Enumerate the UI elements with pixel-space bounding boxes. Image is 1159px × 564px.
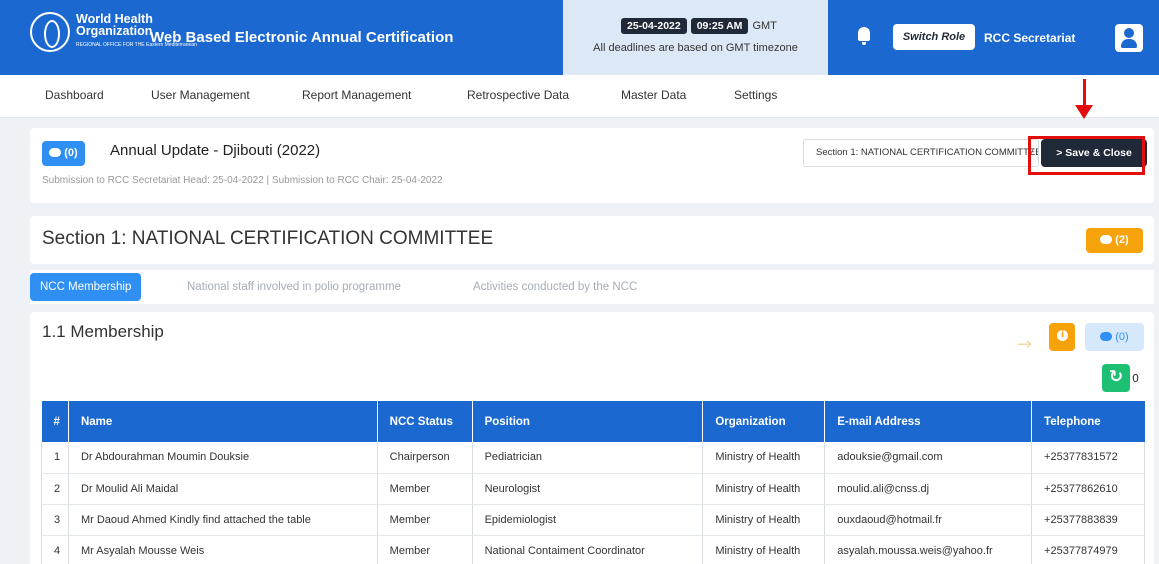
cell-organization: Ministry of Health [702,535,826,564]
tab-ncc-membership[interactable]: NCC Membership [30,273,142,301]
refresh-count: 0 [1132,372,1139,385]
cell-position: National Contaiment Coordinator [472,535,704,564]
submission-deadlines: Submission to RCC Secretariat Head: 25-0… [42,175,443,186]
cell-organization: Ministry of Health [702,473,826,505]
annotation-arrow-icon [1075,79,1093,119]
app-title: Web Based Electronic Annual Certificatio… [150,29,454,46]
arrow-right-icon: → [1017,334,1033,355]
who-emblem-icon [30,12,70,52]
user-icon [1124,28,1134,38]
table-row[interactable]: 2 Dr Moulid Ali Maidal Member Neurologis… [41,473,1145,505]
cell-position: Neurologist [472,473,704,505]
cell-name: Mr Daoud Ahmed Kindly find attached the … [68,504,378,536]
membership-title: 1.1 Membership [42,322,164,341]
col-organization[interactable]: Organization [702,401,826,442]
nav-dashboard[interactable]: Dashboard [45,88,104,102]
membership-card: 1.1 Membership → (0) ↻ 0 # Name NCC Stat… [30,312,1154,564]
cell-organization: Ministry of Health [702,504,826,536]
date-chip: 25-04-2022 [621,18,687,34]
user-profile-button[interactable] [1115,24,1143,52]
section-tabs: NCC Membership National staff involved i… [30,270,1154,304]
cell-number: 4 [41,535,69,564]
nav-report-management[interactable]: Report Management [302,88,411,102]
cell-telephone: +25377874979 [1031,535,1145,564]
col-name[interactable]: Name [68,401,378,442]
section-select[interactable]: Section 1: NATIONAL CERTIFICATION COMMIT… [803,139,1039,167]
report-title: Annual Update - Djibouti (2022) [110,142,321,159]
section-title: Section 1: NATIONAL CERTIFICATION COMMIT… [42,228,494,249]
col-number[interactable]: # [41,401,69,442]
cell-name: Mr Asyalah Mousse Weis [68,535,378,564]
membership-comments-button[interactable]: (0) [1085,323,1144,351]
cell-email: moulid.ali@cnss.dj [824,473,1033,505]
cell-ncc-status: Member [377,535,473,564]
nav-settings[interactable]: Settings [734,88,777,102]
report-comments-button[interactable]: (0) [42,141,85,166]
main-nav: Dashboard User Management Report Managem… [0,75,1159,118]
col-email[interactable]: E-mail Address [824,401,1033,442]
cell-ncc-status: Member [377,473,473,505]
time-panel: 25-04-2022 09:25 AM GMT All deadlines ar… [563,0,828,75]
col-ncc-status[interactable]: NCC Status [377,401,473,442]
section-comments-button[interactable]: (2) [1086,228,1143,253]
table-header-row: # Name NCC Status Position Organization … [41,401,1145,442]
switch-role-button[interactable]: Switch Role [893,24,975,50]
cell-telephone: +25377883839 [1031,504,1145,536]
cell-name: Dr Moulid Ali Maidal [68,473,378,505]
info-button[interactable] [1049,323,1075,351]
cell-number: 1 [41,442,69,474]
nav-user-management[interactable]: User Management [151,88,250,102]
tab-ncc-activities[interactable]: Activities conducted by the NCC [473,273,637,301]
cell-email: adouksie@gmail.com [824,442,1033,474]
nav-master-data[interactable]: Master Data [621,88,686,102]
time-chip: 09:25 AM [690,18,749,34]
comments-icon [49,148,62,157]
cell-organization: Ministry of Health [702,442,826,474]
top-header: World Health Organization REGIONAL OFFIC… [0,0,1159,75]
refresh-icon: ↻ [1108,367,1124,387]
cell-email: ouxdaoud@hotmail.fr [824,504,1033,536]
comments-icon [1100,235,1113,244]
timezone-label: GMT [752,20,777,32]
cell-ncc-status: Member [377,504,473,536]
tab-national-staff[interactable]: National staff involved in polio program… [187,273,401,301]
nav-retrospective-data[interactable]: Retrospective Data [467,88,569,102]
cell-number: 3 [41,504,69,536]
cell-name: Dr Abdourahman Moumin Douksie [68,442,378,474]
cell-email: asyalah.moussa.weis@yahoo.fr [824,535,1033,564]
refresh-button[interactable]: ↻ [1102,364,1130,392]
cell-number: 2 [41,473,69,505]
notification-bell-icon[interactable] [858,27,870,45]
report-header-card: (0) Annual Update - Djibouti (2022) Subm… [30,128,1154,203]
timezone-note: All deadlines are based on GMT timezone [593,42,798,54]
col-position[interactable]: Position [472,401,704,442]
table-row[interactable]: 1 Dr Abdourahman Moumin Douksie Chairper… [41,442,1145,474]
membership-table: # Name NCC Status Position Organization … [41,401,1145,564]
cell-position: Epidemiologist [472,504,704,536]
table-row[interactable]: 3 Mr Daoud Ahmed Kindly find attached th… [41,504,1145,536]
comments-icon [1100,332,1113,341]
cell-ncc-status: Chairperson [377,442,473,474]
cell-position: Pediatrician [472,442,704,474]
section-header-card: Section 1: NATIONAL CERTIFICATION COMMIT… [30,216,1154,264]
annotation-highlight-box [1028,136,1145,175]
col-telephone[interactable]: Telephone [1031,401,1145,442]
cell-telephone: +25377862610 [1031,473,1145,505]
table-row[interactable]: 4 Mr Asyalah Mousse Weis Member National… [41,535,1145,564]
current-role-name: RCC Secretariat [984,31,1076,45]
cell-telephone: +25377831572 [1031,442,1145,474]
